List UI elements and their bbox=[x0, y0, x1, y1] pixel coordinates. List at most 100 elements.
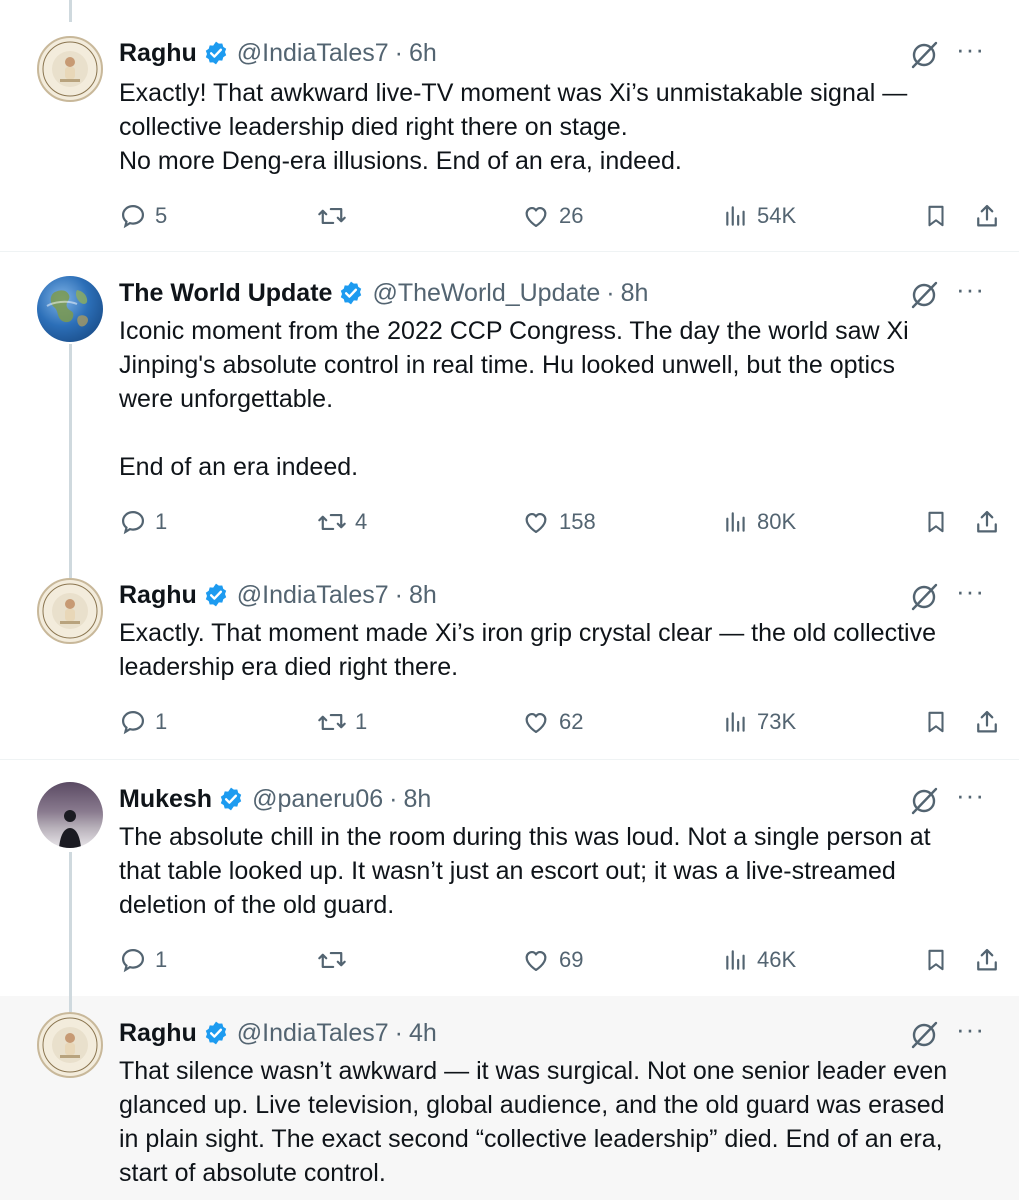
views-button[interactable]: 46K bbox=[723, 943, 796, 977]
tweet[interactable]: Raghu @IndiaTales7 · 8h ··· Exactly. Tha… bbox=[0, 558, 1019, 760]
avatar[interactable] bbox=[37, 578, 103, 644]
repost-icon bbox=[318, 713, 346, 731]
bookmark-button[interactable] bbox=[923, 199, 949, 233]
separator-dot: · bbox=[394, 1018, 403, 1047]
author-name[interactable]: Raghu bbox=[119, 39, 197, 68]
grok-icon[interactable] bbox=[909, 582, 939, 619]
reply-button[interactable]: 1 bbox=[119, 505, 167, 539]
like-count: 26 bbox=[559, 203, 584, 228]
reply-count: 1 bbox=[155, 947, 168, 972]
reply-button[interactable]: 5 bbox=[119, 199, 167, 233]
verified-badge-icon bbox=[218, 786, 244, 812]
view-count: 73K bbox=[757, 709, 797, 734]
india-tales-logo-icon bbox=[42, 41, 98, 97]
tweet-text: That silence wasn’t awkward — it was sur… bbox=[119, 1057, 948, 1187]
reply-icon bbox=[121, 204, 145, 229]
reply-thread: Raghu @IndiaTales7 · 6h ··· Exactly! Tha… bbox=[0, 0, 1019, 1200]
views-button[interactable]: 80K bbox=[723, 505, 796, 539]
tweet-text: The absolute chill in the room during th… bbox=[119, 823, 931, 919]
thread-connector-line bbox=[69, 558, 72, 578]
action-bar: 1 4 158 80K bbox=[119, 505, 1005, 539]
more-options-icon[interactable]: ··· bbox=[956, 576, 985, 607]
like-button[interactable]: 158 bbox=[521, 505, 596, 539]
bookmark-button[interactable] bbox=[923, 705, 949, 739]
repost-button[interactable] bbox=[317, 199, 355, 233]
author-handle[interactable]: @IndiaTales7 bbox=[237, 581, 389, 610]
person-silhouette-icon bbox=[59, 810, 81, 848]
bookmark-button[interactable] bbox=[923, 505, 949, 539]
tweet-highlighted[interactable]: Raghu @IndiaTales7 · 4h ··· That silence… bbox=[0, 996, 1019, 1200]
more-options-icon[interactable]: ··· bbox=[956, 34, 985, 65]
grok-icon[interactable] bbox=[909, 40, 939, 77]
more-options-icon[interactable]: ··· bbox=[956, 1014, 985, 1045]
views-button[interactable]: 73K bbox=[723, 705, 796, 739]
like-count: 158 bbox=[559, 509, 596, 534]
share-button[interactable] bbox=[973, 505, 1001, 539]
separator-dot: · bbox=[394, 580, 403, 609]
author-name[interactable]: Mukesh bbox=[119, 785, 212, 814]
like-count: 69 bbox=[559, 947, 584, 972]
author-handle[interactable]: @paneru06 bbox=[252, 785, 383, 814]
more-options-icon[interactable]: ··· bbox=[956, 780, 985, 811]
view-count: 46K bbox=[757, 947, 797, 972]
repost-button[interactable]: 1 bbox=[317, 705, 367, 739]
repost-icon bbox=[318, 513, 346, 531]
like-button[interactable]: 62 bbox=[521, 705, 583, 739]
tweet-header: The World Update @TheWorld_Update · 8h ·… bbox=[119, 274, 999, 310]
grok-icon[interactable] bbox=[909, 1020, 939, 1057]
earth-globe-icon bbox=[46, 290, 88, 327]
reply-count: 1 bbox=[155, 709, 168, 734]
author-handle[interactable]: @IndiaTales7 bbox=[237, 39, 389, 68]
reply-count: 5 bbox=[155, 203, 168, 228]
bookmark-button[interactable] bbox=[923, 943, 949, 977]
action-bar: 5 26 54K bbox=[119, 199, 1005, 233]
like-icon bbox=[525, 206, 547, 228]
avatar[interactable] bbox=[37, 276, 103, 342]
author-handle[interactable]: @IndiaTales7 bbox=[237, 1019, 389, 1048]
thread-connector-line bbox=[69, 344, 72, 558]
author-name[interactable]: Raghu bbox=[119, 1019, 197, 1048]
like-button[interactable]: 26 bbox=[521, 199, 583, 233]
share-button[interactable] bbox=[973, 199, 1001, 233]
tweet[interactable]: Raghu @IndiaTales7 · 6h ··· Exactly! Tha… bbox=[0, 0, 1019, 252]
avatar[interactable] bbox=[37, 36, 103, 102]
more-options-icon[interactable]: ··· bbox=[956, 274, 985, 305]
timestamp[interactable]: 6h bbox=[409, 39, 437, 68]
separator-dot: · bbox=[606, 278, 615, 307]
timestamp[interactable]: 8h bbox=[403, 785, 431, 814]
tweet-header: Raghu @IndiaTales7 · 6h ··· bbox=[119, 34, 999, 70]
verified-badge-icon bbox=[203, 40, 229, 66]
author-name[interactable]: The World Update bbox=[119, 279, 332, 308]
timestamp[interactable]: 4h bbox=[409, 1019, 437, 1048]
author-handle[interactable]: @TheWorld_Update bbox=[372, 279, 600, 308]
repost-button[interactable] bbox=[317, 943, 355, 977]
like-button[interactable]: 69 bbox=[521, 943, 583, 977]
like-icon bbox=[525, 950, 547, 972]
views-icon bbox=[726, 512, 745, 532]
thread-connector-line bbox=[69, 852, 72, 996]
share-button[interactable] bbox=[973, 705, 1001, 739]
views-button[interactable]: 54K bbox=[723, 199, 796, 233]
action-bar: 1 69 46K bbox=[119, 943, 1005, 977]
reply-button[interactable]: 1 bbox=[119, 705, 167, 739]
grok-icon[interactable] bbox=[909, 786, 939, 823]
grok-icon[interactable] bbox=[909, 280, 939, 317]
avatar[interactable] bbox=[37, 1012, 103, 1078]
repost-button[interactable]: 4 bbox=[317, 505, 367, 539]
author-name[interactable]: Raghu bbox=[119, 581, 197, 610]
tweet[interactable]: Mukesh @paneru06 · 8h ··· The absolute c… bbox=[0, 760, 1019, 996]
tweet-text: Iconic moment from the 2022 CCP Congress… bbox=[119, 317, 909, 481]
verified-badge-icon bbox=[203, 582, 229, 608]
share-button[interactable] bbox=[973, 943, 1001, 977]
tweet-text: Exactly! That awkward live-TV moment was… bbox=[119, 79, 908, 175]
share-icon bbox=[977, 510, 997, 533]
timestamp[interactable]: 8h bbox=[409, 581, 437, 610]
tweet[interactable]: The World Update @TheWorld_Update · 8h ·… bbox=[0, 252, 1019, 558]
views-icon bbox=[726, 206, 745, 226]
action-bar: 1 1 62 73K bbox=[119, 705, 1005, 739]
separator-dot: · bbox=[394, 38, 403, 67]
timestamp[interactable]: 8h bbox=[621, 279, 649, 308]
avatar[interactable] bbox=[37, 782, 103, 848]
views-icon bbox=[726, 950, 745, 970]
reply-button[interactable]: 1 bbox=[119, 943, 167, 977]
